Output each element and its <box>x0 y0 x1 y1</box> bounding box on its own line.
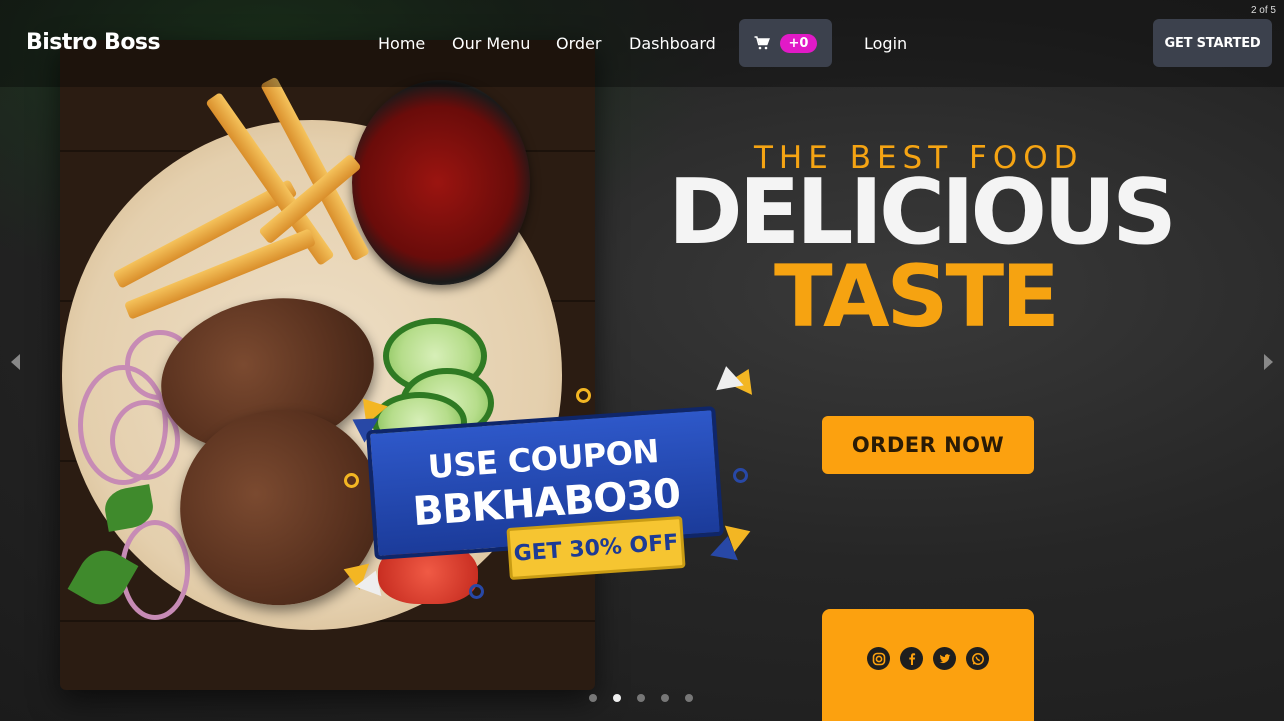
cart-button[interactable]: +0 <box>739 19 832 67</box>
nav-link-dashboard[interactable]: Dashboard <box>629 34 716 53</box>
carousel-dot[interactable] <box>637 694 645 702</box>
discount-tag: GET 30% OFF <box>506 515 686 581</box>
carousel-dots <box>589 694 693 702</box>
nav-link-login[interactable]: Login <box>864 34 907 53</box>
nav-link-our-menu[interactable]: Our Menu <box>452 34 530 53</box>
hero-banner: USE COUPON BBKHABO30 GET 30% OFF THE BES… <box>0 0 1284 721</box>
next-slide-arrow-icon[interactable] <box>1264 354 1273 370</box>
facebook-icon[interactable] <box>900 647 923 670</box>
carousel-dot-active[interactable] <box>613 694 621 702</box>
twitter-icon[interactable] <box>933 647 956 670</box>
hero-headline-line1: DELICIOUS <box>668 160 1177 265</box>
nav-link-order[interactable]: Order <box>556 34 601 53</box>
hero-headline-line2: TASTE <box>774 247 1060 347</box>
navbar: Bistro Boss Home Our Menu Order Dashboar… <box>0 0 1284 87</box>
carousel-dot[interactable] <box>589 694 597 702</box>
get-started-button[interactable]: GET STARTED <box>1153 19 1272 67</box>
slide-counter: 2 of 5 <box>1250 5 1276 16</box>
cart-count-badge: +0 <box>779 33 818 53</box>
ketchup-bowl-image <box>352 80 530 285</box>
cart-icon <box>754 36 770 50</box>
carousel-dot[interactable] <box>685 694 693 702</box>
nav-link-home[interactable]: Home <box>378 34 425 53</box>
prev-slide-arrow-icon[interactable] <box>11 354 20 370</box>
order-now-button[interactable]: ORDER NOW <box>822 416 1034 474</box>
social-links <box>822 609 1034 721</box>
decor-ring <box>576 388 591 403</box>
brand-logo[interactable]: Bistro Boss <box>26 30 161 55</box>
whatsapp-icon[interactable] <box>966 647 989 670</box>
carousel-dot[interactable] <box>661 694 669 702</box>
instagram-icon[interactable] <box>867 647 890 670</box>
